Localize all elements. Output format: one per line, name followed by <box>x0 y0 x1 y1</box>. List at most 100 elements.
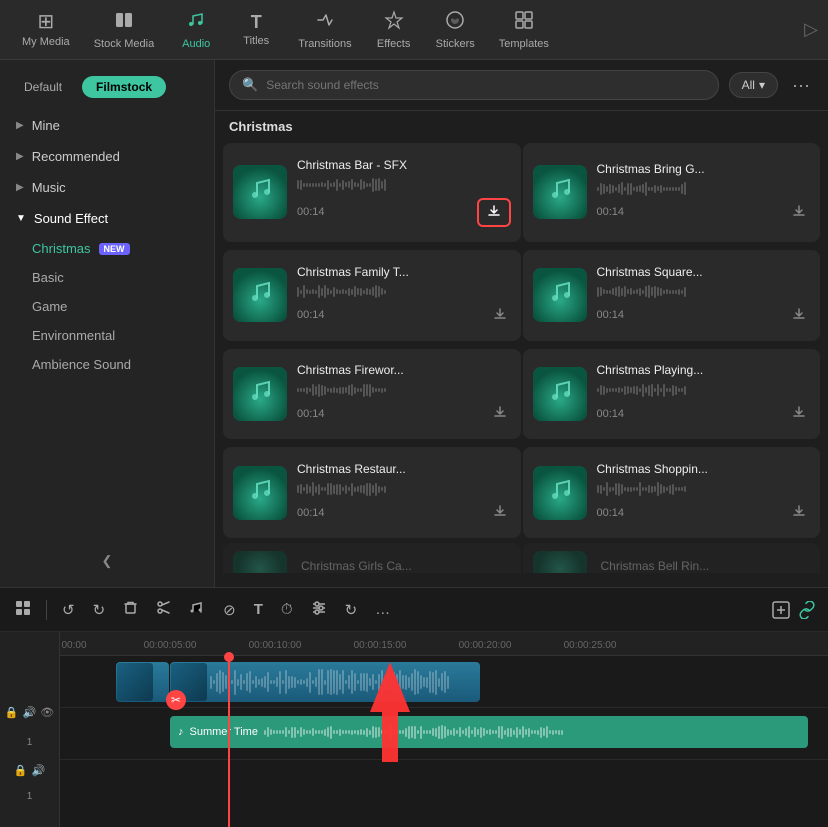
lock-icon-1[interactable]: 🔒 <box>5 706 19 719</box>
timeline-tool-timer[interactable]: ⏱ <box>278 598 296 621</box>
effect-card-e2[interactable]: Christmas Bring G... 00:14 <box>523 143 821 242</box>
video-clip-cut[interactable] <box>116 662 169 702</box>
waveform-bar <box>342 487 344 491</box>
waveform-bar <box>663 384 665 397</box>
download-btn-e8[interactable] <box>788 502 810 523</box>
effect-card-e6[interactable]: Christmas Playing... 00:14 <box>523 349 821 440</box>
more-options-button[interactable]: ··· <box>788 71 814 100</box>
timeline-tool-text[interactable]: T <box>251 598 266 621</box>
game-label: Game <box>32 299 67 314</box>
waveform-bar <box>309 183 311 187</box>
track-num-2: 1 <box>23 792 37 802</box>
download-btn-e2[interactable] <box>788 202 810 223</box>
timeline-tool-delete[interactable] <box>120 597 141 622</box>
sidebar-item-music[interactable]: ▶ Music <box>0 172 214 203</box>
waveform-bar <box>375 483 377 496</box>
effect-card-e1[interactable]: Christmas Bar - SFX 00:14 <box>223 143 521 242</box>
waveform-bar <box>597 485 599 493</box>
volume-icon-1[interactable]: 🔊 <box>23 706 37 719</box>
waveform-bar <box>357 183 359 187</box>
waveform-bar <box>633 290 635 294</box>
video-thumb-small <box>117 663 153 701</box>
timeline-content: 🔒 🔊 👁 1 🔒 🔊 1 00:00 00:00:05:00 00:00:10… <box>0 632 828 827</box>
waveform-bar <box>630 288 632 295</box>
download-btn-e5[interactable] <box>489 403 511 424</box>
nav-transitions[interactable]: Transitions <box>286 4 363 56</box>
timeline-tool-clip[interactable]: ⊘ <box>220 598 239 622</box>
waveform-bar <box>333 287 335 297</box>
nav-titles[interactable]: T Titles <box>226 7 286 53</box>
sidebar-item-sound-effect[interactable]: ▼ Sound Effect <box>0 203 214 234</box>
waveform-bar <box>354 286 356 297</box>
nav-stock-media[interactable]: Stock Media <box>82 4 167 56</box>
tab-filmstock[interactable]: Filmstock <box>82 76 166 98</box>
effect-meta-e4: 00:14 <box>597 305 811 326</box>
eye-icon-1[interactable]: 👁 <box>40 706 54 719</box>
effect-card-e4[interactable]: Christmas Square... 00:14 <box>523 250 821 341</box>
timeline-tool-audio[interactable] <box>186 597 208 623</box>
sidebar-sub-christmas[interactable]: Christmas NEW <box>0 234 214 263</box>
download-btn-e3[interactable] <box>489 305 511 326</box>
sidebar-sub-environmental[interactable]: Environmental <box>0 321 214 350</box>
timeline-tool-rotate[interactable]: ↻ <box>342 598 361 622</box>
add-track-button[interactable] <box>772 601 790 619</box>
music-note-e3 <box>248 280 272 310</box>
ruler-mark-25: 00:00:25:00 <box>564 640 617 651</box>
waveform-bar <box>369 483 371 496</box>
effect-meta-e2: 00:14 <box>597 202 811 223</box>
download-btn-e4[interactable] <box>788 305 810 326</box>
nav-templates[interactable]: Templates <box>487 4 561 56</box>
waveform-bar <box>324 487 326 491</box>
nav-audio[interactable]: Audio <box>166 4 226 56</box>
waveform-bar <box>660 288 662 296</box>
waveform-bar <box>333 182 335 187</box>
download-btn-e1[interactable] <box>477 198 511 227</box>
timeline-tool-undo[interactable]: ↺ <box>59 598 78 622</box>
waveform-bar <box>651 187 653 191</box>
sidebar-collapse[interactable]: ❮ <box>0 545 214 577</box>
audio-clip-summer[interactable]: ♪ Summer Time <box>170 716 808 748</box>
sidebar-item-recommended[interactable]: ▶ Recommended <box>0 141 214 172</box>
waveform-bar <box>348 181 350 188</box>
waveform-bar <box>378 388 380 392</box>
sound-effect-arrow: ▼ <box>16 213 26 224</box>
nav-my-media[interactable]: ⊞ My Media <box>10 6 82 54</box>
link-button[interactable] <box>798 601 816 619</box>
video-clip-main[interactable] <box>170 662 480 702</box>
effect-card-e7[interactable]: Christmas Restaur... 00:14 <box>223 447 521 538</box>
sidebar-sub-game[interactable]: Game <box>0 292 214 321</box>
timeline-tool-more[interactable]: … <box>372 598 393 621</box>
preview-toggle[interactable]: ▷ <box>804 19 818 40</box>
nav-effects[interactable]: Effects <box>364 4 424 56</box>
timeline-tool-grid[interactable] <box>12 597 34 623</box>
effect-card-e5[interactable]: Christmas Firewor... 00:14 <box>223 349 521 440</box>
volume-icon-2[interactable]: 🔊 <box>32 764 46 777</box>
lock-icon-2[interactable]: 🔒 <box>14 764 28 777</box>
effect-card-e8[interactable]: Christmas Shoppin... 00:14 <box>523 447 821 538</box>
music-note-icon: ♪ <box>178 726 184 738</box>
waveform-bar <box>384 290 386 294</box>
filter-button[interactable]: All ▾ <box>729 72 778 98</box>
search-input[interactable] <box>266 78 705 92</box>
waveform-bar <box>633 487 635 491</box>
timeline-tool-redo[interactable]: ↻ <box>90 598 109 622</box>
sidebar-sub-basic[interactable]: Basic <box>0 263 214 292</box>
effect-card-e3[interactable]: Christmas Family T... 00:14 <box>223 250 521 341</box>
waveform-bar <box>618 286 620 297</box>
tab-default[interactable]: Default <box>10 76 76 98</box>
sidebar-sub-ambience[interactable]: Ambience Sound <box>0 350 214 379</box>
timeline-tool-cut[interactable] <box>153 597 174 622</box>
search-box[interactable]: 🔍 <box>229 70 719 100</box>
waveform-bar <box>672 385 674 396</box>
sidebar-item-mine[interactable]: ▶ Mine <box>0 110 214 141</box>
toolbar-divider-1 <box>46 600 47 620</box>
download-btn-e7[interactable] <box>489 502 511 523</box>
waveform-e6 <box>597 381 811 399</box>
nav-stickers[interactable]: Stickers <box>424 4 487 56</box>
effect-thumb-e3 <box>233 268 287 322</box>
playhead[interactable] <box>228 656 230 827</box>
waveform-bar <box>312 289 314 294</box>
waveform-bar <box>642 384 644 397</box>
timeline-tool-adjust[interactable] <box>308 597 330 623</box>
download-btn-e6[interactable] <box>788 403 810 424</box>
